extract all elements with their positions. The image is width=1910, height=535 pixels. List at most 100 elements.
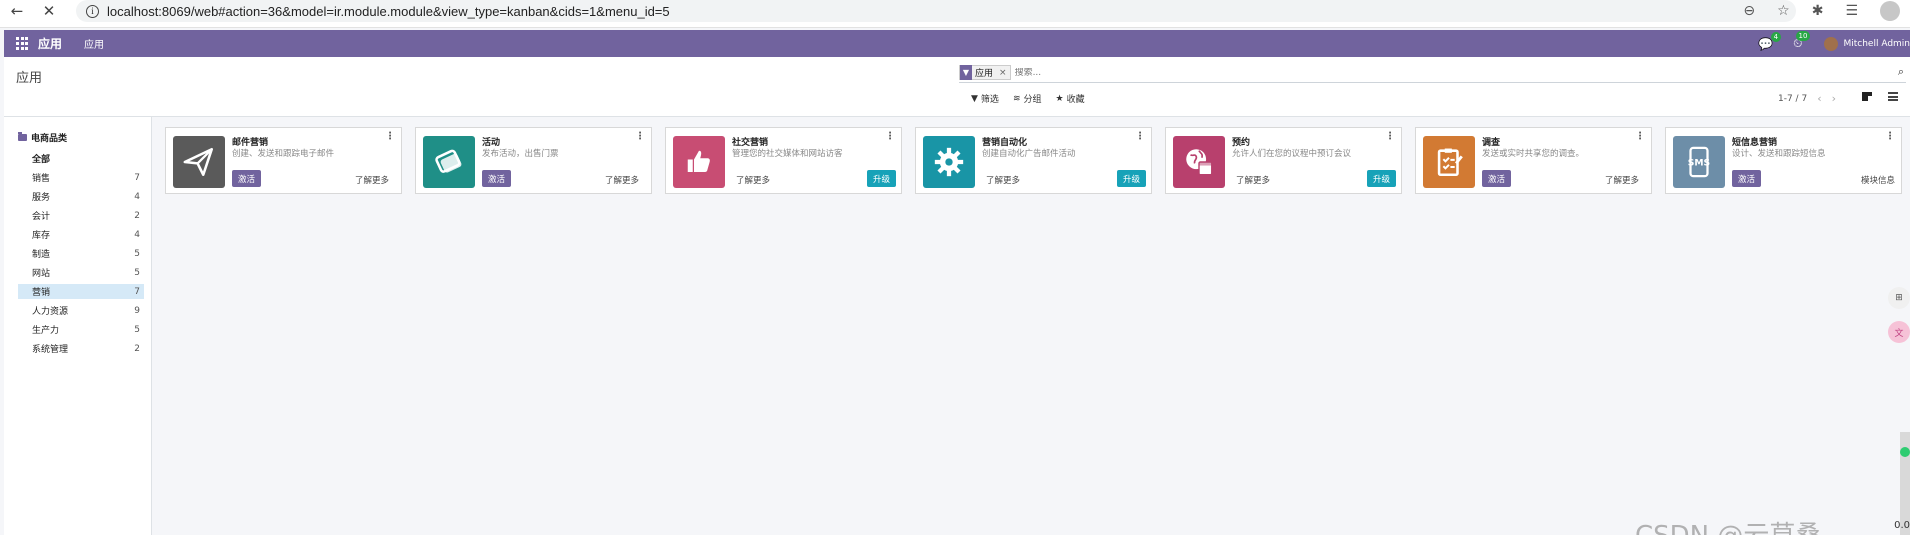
- app-description: 发布活动，出售门票: [482, 149, 559, 159]
- search-icon[interactable]: ⌕: [1898, 65, 1904, 79]
- pager-value[interactable]: 1-7 / 7: [1778, 94, 1807, 104]
- group-by-button[interactable]: ≋ 分组: [1013, 92, 1042, 106]
- app-description: 管理您的社交媒体和网站访客: [732, 149, 843, 159]
- learn-more-link[interactable]: 了解更多: [986, 174, 1020, 186]
- gear-icon: [923, 136, 975, 188]
- app-card-social-marketing[interactable]: 社交营销 管理您的社交媒体和网站访客 ⋮ 了解更多 升级: [665, 127, 902, 194]
- sidebar-item-services[interactable]: 服务 4: [18, 189, 144, 204]
- activate-button[interactable]: 激活: [482, 170, 512, 187]
- bookmark-star-icon[interactable]: ☆: [1777, 3, 1790, 19]
- kanban-view-button[interactable]: [1860, 89, 1874, 103]
- app-description: 创建自动化广告邮件活动: [982, 149, 1076, 159]
- stop-icon[interactable]: ✕: [36, 0, 62, 24]
- sidebar-item-manufacturing[interactable]: 制造 5: [18, 246, 144, 261]
- more-options-icon[interactable]: ⋮: [385, 132, 395, 142]
- search-input[interactable]: [1014, 67, 1615, 78]
- sidebar-item-productivity[interactable]: 生产力 5: [18, 322, 144, 337]
- ticket-icon: [423, 136, 475, 188]
- learn-more-link[interactable]: 了解更多: [1605, 174, 1639, 186]
- sidebar-item-website[interactable]: 网站 5: [18, 265, 144, 280]
- main-navbar: 应用 应用 💬 4 ⏲ 10 Mitchell Admin: [4, 30, 1910, 57]
- app-card-mass-mailing[interactable]: 邮件营销 创建、发送和跟踪电子邮件 ⋮ 激活 了解更多: [165, 127, 402, 194]
- app-card-sms-marketing[interactable]: SMS 短信息营销 设计、发送和跟踪短信息 ⋮ 激活 模块信息: [1665, 127, 1902, 194]
- search-bar: ▼ 应用 × ⌕: [959, 63, 1906, 83]
- clipboard-icon: [1423, 136, 1475, 188]
- language-tool-icon[interactable]: 文: [1888, 321, 1910, 343]
- pager-prev-icon[interactable]: ‹: [1817, 92, 1821, 105]
- menu-item-apps[interactable]: 应用: [84, 36, 104, 51]
- svg-text:SMS: SMS: [1688, 158, 1710, 169]
- filter-button[interactable]: ▼ 筛选: [971, 92, 999, 106]
- sidebar-item-sales[interactable]: 销售 7: [18, 170, 144, 185]
- back-icon[interactable]: ←: [4, 0, 30, 24]
- extensions-icon[interactable]: ✱: [1812, 3, 1824, 19]
- sidebar-item-marketing[interactable]: 营销 7: [18, 284, 144, 299]
- app-card-appointments[interactable]: 预约 允许人们在您的议程中预订会议 ⋮ 了解更多 升级: [1165, 127, 1402, 194]
- status-dot: [1900, 447, 1910, 457]
- module-info-link[interactable]: 模块信息: [1861, 174, 1895, 186]
- app-card-events[interactable]: 活动 发布活动，出售门票 ⋮ 激活 了解更多: [415, 127, 652, 194]
- learn-more-link[interactable]: 了解更多: [736, 174, 770, 186]
- list-view-button[interactable]: [1886, 89, 1900, 103]
- upgrade-button[interactable]: 升级: [1366, 170, 1396, 187]
- activate-button[interactable]: 激活: [232, 170, 262, 187]
- learn-more-link[interactable]: 了解更多: [355, 174, 389, 186]
- sidebar-item-hr[interactable]: 人力资源 9: [18, 303, 144, 318]
- profile-avatar[interactable]: [1880, 1, 1900, 21]
- activities-icon[interactable]: ⏲ 10: [1793, 31, 1811, 51]
- app-card-marketing-automation[interactable]: 营销自动化 创建自动化广告邮件活动 ⋮ 了解更多 升级: [915, 127, 1152, 194]
- more-options-icon[interactable]: ⋮: [1385, 132, 1395, 142]
- learn-more-link[interactable]: 了解更多: [1236, 174, 1270, 186]
- address-bar[interactable]: i localhost:8069/web#action=36&model=ir.…: [76, 0, 1796, 22]
- sidebar-item-inventory[interactable]: 库存 4: [18, 227, 144, 242]
- sidebar-heading: 电商品类: [18, 131, 67, 144]
- thumbs-up-icon: [673, 136, 725, 188]
- app-description: 创建、发送和跟踪电子邮件: [232, 149, 335, 159]
- search-facet[interactable]: ▼ 应用 ×: [959, 65, 1011, 80]
- browser-toolbar: ← ✕ i localhost:8069/web#action=36&model…: [0, 0, 1910, 28]
- apps-menu-icon[interactable]: [16, 36, 30, 51]
- more-options-icon[interactable]: ⋮: [1135, 132, 1145, 142]
- sidebar-item-all[interactable]: 全部: [18, 151, 144, 166]
- user-menu[interactable]: Mitchell Admin: [1824, 36, 1910, 51]
- app-card-surveys[interactable]: 调查 发送或实时共享您的调查。 ⋮ 激活 了解更多: [1415, 127, 1652, 194]
- favorites-button[interactable]: ★ 收藏: [1056, 92, 1085, 106]
- sms-icon: SMS: [1673, 136, 1725, 188]
- site-info-icon[interactable]: i: [86, 4, 99, 18]
- funnel-icon: ▼: [971, 93, 978, 104]
- more-options-icon[interactable]: ⋮: [1635, 132, 1645, 142]
- folder-icon: [18, 132, 27, 141]
- upgrade-button[interactable]: 升级: [866, 170, 896, 187]
- zoom-icon[interactable]: ⊖: [1743, 3, 1755, 19]
- edge-widgets: ⊞ 文: [1888, 287, 1910, 355]
- calendar-globe-icon: [1173, 136, 1225, 188]
- avatar: [1824, 36, 1839, 51]
- upgrade-button[interactable]: 升级: [1116, 170, 1146, 187]
- activate-button[interactable]: 激活: [1482, 170, 1512, 187]
- page-title: 应用: [16, 71, 43, 86]
- more-options-icon[interactable]: ⋮: [1885, 132, 1895, 142]
- activities-badge: 10: [1795, 31, 1811, 41]
- category-sidebar: 电商品类 全部 销售 7 服务 4 会计 2 库存 4 制造 5 网站 5 营销 7 人力资源…: [4, 117, 152, 535]
- url-text[interactable]: localhost:8069/web#action=36&model=ir.mo…: [107, 4, 670, 19]
- user-name: Mitchell Admin: [1843, 38, 1910, 49]
- learn-more-link[interactable]: 了解更多: [605, 174, 639, 186]
- app-brand[interactable]: 应用: [38, 35, 62, 52]
- messages-icon[interactable]: 💬 4: [1758, 31, 1782, 51]
- pager-next-icon[interactable]: ›: [1832, 92, 1836, 105]
- facet-remove-icon[interactable]: ×: [996, 68, 1010, 78]
- more-options-icon[interactable]: ⋮: [885, 132, 895, 142]
- app-description: 发送或实时共享您的调查。: [1482, 149, 1585, 159]
- sidebar-item-accounting[interactable]: 会计 2: [18, 208, 144, 223]
- paper-plane-icon: [173, 136, 225, 188]
- filter-facet-icon: ▼: [960, 65, 972, 80]
- kanban-icon: [1862, 91, 1872, 101]
- favorites-icon[interactable]: ☰: [1845, 3, 1858, 19]
- app-description: 允许人们在您的议程中预订会议: [1232, 149, 1352, 159]
- more-options-icon[interactable]: ⋮: [635, 132, 645, 142]
- sidebar-item-administration[interactable]: 系统管理 2: [18, 341, 144, 356]
- translate-tool-icon[interactable]: ⊞: [1888, 287, 1910, 309]
- watermark: CSDN @云草桑: [1635, 515, 1821, 535]
- messages-badge: 4: [1770, 31, 1782, 42]
- activate-button[interactable]: 激活: [1732, 170, 1762, 187]
